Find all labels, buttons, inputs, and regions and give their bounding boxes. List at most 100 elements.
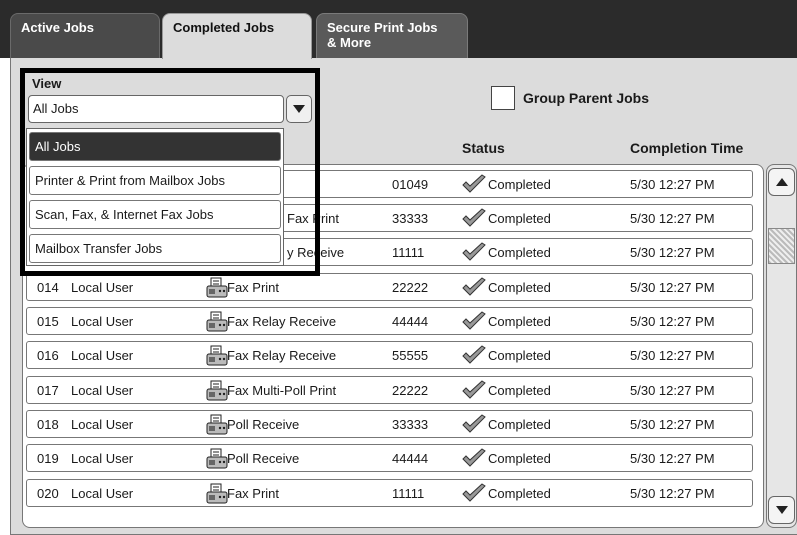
- tab-bar: Active Jobs Completed Jobs Secure Print …: [0, 0, 797, 59]
- completion-time: 5/30 12:27 PM: [630, 314, 715, 329]
- job-owner: Local User: [71, 280, 134, 295]
- job-number: 22222: [392, 280, 429, 295]
- job-number: 33333: [392, 211, 429, 226]
- job-type: Fax Relay Receive: [227, 348, 337, 363]
- job-number: 55555: [392, 348, 429, 363]
- job-id: 020: [37, 486, 59, 501]
- job-type: Fax Print: [227, 280, 280, 295]
- job-status: Completed: [488, 245, 551, 260]
- job-status: Completed: [488, 211, 551, 226]
- dropdown-option-printer-mailbox-jobs[interactable]: Printer & Print from Mailbox Jobs: [29, 166, 281, 195]
- fax-machine-icon: [206, 277, 228, 298]
- job-status: Completed: [488, 177, 551, 192]
- completion-time: 5/30 12:27 PM: [630, 177, 715, 192]
- checkmark-icon: [462, 277, 486, 296]
- tab-active-jobs[interactable]: Active Jobs: [10, 13, 160, 59]
- completion-time: 5/30 12:27 PM: [630, 383, 715, 398]
- job-status: Completed: [488, 348, 551, 363]
- completion-time: 5/30 12:27 PM: [630, 348, 715, 363]
- job-owner: Local User: [71, 383, 134, 398]
- job-number: 33333: [392, 417, 429, 432]
- job-number: 11111: [392, 486, 425, 501]
- column-header-status[interactable]: Status: [462, 140, 505, 156]
- table-row[interactable]: 016 Local User Fax Relay Receive 55555 Compl…: [26, 341, 753, 369]
- tab-secure-label-line2: & More: [327, 35, 372, 50]
- group-parent-jobs-checkbox[interactable]: [491, 86, 515, 110]
- job-type: Fax Print: [227, 486, 280, 501]
- tab-secure-label-line1: Secure Print Jobs: [327, 20, 438, 35]
- view-label: View: [32, 76, 62, 91]
- job-type: Poll Receive: [227, 451, 300, 466]
- group-parent-jobs-label: Group Parent Jobs: [523, 90, 650, 106]
- job-owner: Local User: [71, 314, 134, 329]
- job-owner: Local User: [71, 486, 134, 501]
- job-type: Fax Multi-Poll Print: [227, 383, 337, 398]
- job-type: Poll Receive: [227, 417, 300, 432]
- view-select[interactable]: All Jobs: [28, 95, 284, 123]
- completion-time: 5/30 12:27 PM: [630, 486, 715, 501]
- completion-time: 5/30 12:27 PM: [630, 280, 715, 295]
- table-row[interactable]: 019 Local User Poll Receive 44444 Completed 5…: [26, 444, 753, 472]
- checkmark-icon: [462, 448, 486, 467]
- arrow-up-icon: [775, 178, 788, 186]
- job-id: 016: [37, 348, 59, 363]
- checkmark-icon: [462, 483, 486, 502]
- scroll-up-button[interactable]: [768, 168, 795, 196]
- job-owner: Local User: [71, 417, 134, 432]
- job-type: Fax Print: [287, 211, 340, 226]
- job-number: 44444: [392, 314, 429, 329]
- checkmark-icon: [462, 242, 486, 261]
- view-dropdown-menu: All Jobs Printer & Print from Mailbox Jo…: [26, 128, 284, 266]
- fax-machine-icon: [206, 380, 228, 401]
- column-header-completion-time[interactable]: Completion Time: [630, 140, 743, 156]
- job-type: Fax Relay Receive: [227, 314, 337, 329]
- job-number: 44444: [392, 451, 429, 466]
- job-status: Completed: [488, 451, 551, 466]
- fax-machine-icon: [206, 311, 228, 332]
- job-status: Completed: [488, 417, 551, 432]
- job-id: 015: [37, 314, 59, 329]
- completion-time: 5/30 12:27 PM: [630, 451, 715, 466]
- checkmark-icon: [462, 414, 486, 433]
- arrow-down-icon: [775, 506, 788, 514]
- job-type: y Receive: [287, 245, 345, 260]
- checkmark-icon: [462, 311, 486, 330]
- fax-machine-icon: [206, 483, 228, 504]
- scrollbar-track[interactable]: [766, 164, 797, 528]
- job-status: Completed: [488, 383, 551, 398]
- table-row[interactable]: 015 Local User Fax Relay Receive 44444 Compl…: [26, 307, 753, 335]
- table-row[interactable]: 014 Local User Fax Print 22222 Completed 5/30…: [26, 273, 753, 301]
- job-id: 017: [37, 383, 59, 398]
- checkmark-icon: [462, 380, 486, 399]
- tab-secure-print-jobs[interactable]: Secure Print Jobs & More: [316, 13, 468, 59]
- tab-completed-jobs[interactable]: Completed Jobs: [162, 13, 312, 59]
- dropdown-option-all-jobs[interactable]: All Jobs: [29, 132, 281, 161]
- table-row[interactable]: 020 Local User Fax Print 11111 Completed 5/30…: [26, 479, 753, 507]
- view-dropdown-button[interactable]: [286, 95, 312, 123]
- table-row[interactable]: 017 Local User Fax Multi-Poll Print 22222 Co…: [26, 376, 753, 404]
- job-id: 018: [37, 417, 59, 432]
- job-owner: Local User: [71, 451, 134, 466]
- job-id: 019: [37, 451, 59, 466]
- job-number: 22222: [392, 383, 429, 398]
- scrollbar-thumb[interactable]: [768, 228, 795, 264]
- job-id: 014: [37, 280, 59, 295]
- scroll-down-button[interactable]: [768, 496, 795, 524]
- job-number: 11111: [392, 245, 425, 260]
- fax-machine-icon: [206, 345, 228, 366]
- completion-time: 5/30 12:27 PM: [630, 211, 715, 226]
- table-row[interactable]: 018 Local User Poll Receive 33333 Completed 5…: [26, 410, 753, 438]
- tab-completed-jobs-label: Completed Jobs: [173, 20, 275, 35]
- fax-machine-icon: [206, 414, 228, 435]
- job-status: Completed: [488, 486, 551, 501]
- checkmark-icon: [462, 208, 486, 227]
- job-number: 01049: [392, 177, 429, 192]
- dropdown-option-scan-fax-jobs[interactable]: Scan, Fax, & Internet Fax Jobs: [29, 200, 281, 229]
- job-owner: Local User: [71, 348, 134, 363]
- chevron-down-icon: [293, 105, 305, 113]
- dropdown-option-mailbox-transfer-jobs[interactable]: Mailbox Transfer Jobs: [29, 234, 281, 263]
- fax-machine-icon: [206, 448, 228, 469]
- completion-time: 5/30 12:27 PM: [630, 245, 715, 260]
- job-status: Completed: [488, 280, 551, 295]
- completion-time: 5/30 12:27 PM: [630, 417, 715, 432]
